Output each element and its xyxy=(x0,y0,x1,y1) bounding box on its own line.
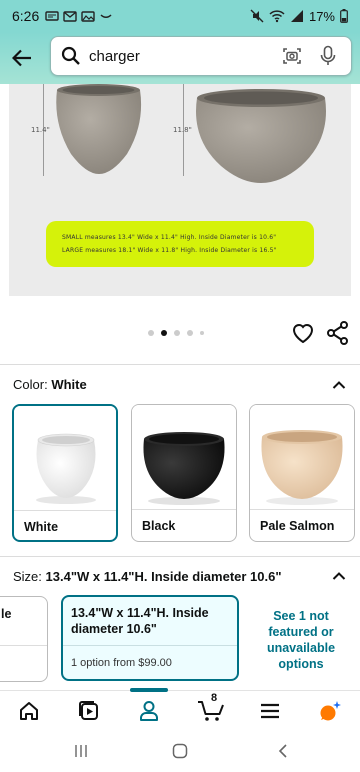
color-collapse-button[interactable] xyxy=(332,377,346,389)
small-measure-text: SMALL measures 13.4" Wide x 11.4" High. … xyxy=(62,234,277,241)
color-option-name: White xyxy=(24,520,59,534)
gmail-icon xyxy=(63,11,77,22)
person-icon xyxy=(140,701,158,721)
system-navigation-bar xyxy=(0,730,360,772)
cart-count-badge: 8 xyxy=(211,692,218,704)
carousel-indicator xyxy=(148,330,204,336)
home-system-button[interactable] xyxy=(171,742,189,760)
color-option-pale-salmon[interactable]: Pale Salmon xyxy=(249,404,355,542)
camera-scan-icon xyxy=(283,48,301,64)
nav-video[interactable] xyxy=(77,699,101,723)
voice-search-button[interactable] xyxy=(315,43,341,69)
wifi-icon xyxy=(269,10,285,23)
white-pot-image xyxy=(36,433,96,504)
size-label: Size: 13.4"W x 11.4"H. Inside diameter 1… xyxy=(13,569,282,584)
microphone-icon xyxy=(320,45,336,65)
bottom-navigation: 8 xyxy=(0,688,360,730)
color-label: Color: White xyxy=(13,377,87,392)
nav-menu[interactable] xyxy=(258,699,282,723)
small-pot-height-label: 11.4" xyxy=(31,126,50,134)
size-option-separator xyxy=(0,645,47,646)
search-input[interactable]: charger xyxy=(89,48,269,65)
image-icon xyxy=(81,11,95,22)
selected-color-value: White xyxy=(51,377,87,392)
recent-apps-icon xyxy=(75,745,87,757)
size-option-small-selected[interactable]: 13.4"W x 11.4"H. Inside diameter 10.6" 1… xyxy=(61,595,239,681)
hamburger-menu-icon xyxy=(261,703,279,719)
share-icon xyxy=(327,321,348,345)
carousel-dot xyxy=(187,330,193,336)
battery-percent: 17% xyxy=(308,8,335,24)
heart-icon xyxy=(292,324,314,344)
carousel-dot xyxy=(200,331,204,335)
color-option-name: Black xyxy=(142,519,176,533)
large-pot-illustration xyxy=(196,89,326,183)
carousel-dot xyxy=(148,330,154,336)
amazon-smile-icon xyxy=(100,14,112,18)
chevron-up-icon xyxy=(332,572,346,580)
home-circle-icon xyxy=(172,743,188,759)
color-label-text: Color: xyxy=(13,377,48,392)
chevron-up-icon xyxy=(332,381,346,389)
status-time: 6:26 xyxy=(12,8,40,24)
ai-assistant-icon xyxy=(320,701,341,721)
pale-salmon-pot-image xyxy=(261,430,343,505)
color-option-name: Pale Salmon xyxy=(260,519,335,533)
battery-icon xyxy=(340,9,348,23)
signal-icon xyxy=(290,10,303,22)
section-divider xyxy=(0,556,360,557)
swatch-image xyxy=(250,405,354,509)
section-divider xyxy=(0,364,360,365)
search-header: charger xyxy=(0,32,360,84)
nav-rufus[interactable] xyxy=(318,699,342,723)
video-play-icon xyxy=(79,701,98,720)
size-label-text: Size: xyxy=(13,569,42,584)
size-option-price: 1 option from $99.00 xyxy=(71,657,172,669)
size-option-title: 13.4"W x 11.4"H. Inside diameter 10.6" xyxy=(71,606,209,636)
see-unavailable-options-link[interactable]: See 1 not featured or unavailable option… xyxy=(258,608,344,672)
small-pot-illustration xyxy=(56,84,142,174)
swatch-separator xyxy=(250,509,354,510)
share-button[interactable] xyxy=(326,320,350,346)
size-collapse-button[interactable] xyxy=(332,568,346,580)
selected-size-value: 13.4"W x 11.4"H. Inside diameter 10.6" xyxy=(45,569,282,584)
system-back-button[interactable] xyxy=(274,742,292,760)
mute-icon xyxy=(250,9,264,23)
search-icon xyxy=(61,46,80,65)
back-chevron-icon xyxy=(278,744,287,758)
product-image-carousel[interactable]: 11.4" 11.8" SMALL measures 13.4" Wide x … xyxy=(0,84,360,312)
color-option-white[interactable]: White xyxy=(12,404,118,542)
size-option-separator xyxy=(63,645,237,646)
size-option-large[interactable]: le xyxy=(0,596,48,682)
carousel-dot-active xyxy=(161,330,167,336)
swatch-image xyxy=(14,406,116,510)
swatch-separator xyxy=(132,509,236,510)
swatch-separator xyxy=(14,510,116,511)
status-notification-icons xyxy=(45,10,113,22)
carousel-dot xyxy=(174,330,180,336)
measurement-info-box: SMALL measures 13.4" Wide x 11.4" High. … xyxy=(46,221,314,267)
back-button[interactable] xyxy=(2,38,42,78)
back-arrow-icon xyxy=(12,49,31,67)
size-option-title: le xyxy=(1,607,12,621)
large-pot-height-label: 11.8" xyxy=(173,126,192,134)
home-icon xyxy=(20,702,38,720)
swatch-image xyxy=(132,405,236,509)
status-right: 17% xyxy=(250,9,348,24)
recent-apps-button[interactable] xyxy=(72,742,90,760)
color-option-black[interactable]: Black xyxy=(131,404,237,542)
product-image: 11.4" 11.8" SMALL measures 13.4" Wide x … xyxy=(9,84,351,296)
wishlist-button[interactable] xyxy=(290,320,316,346)
large-measure-text: LARGE measures 18.1" Wide x 11.8" High. … xyxy=(62,247,277,254)
black-pot-image xyxy=(143,432,225,505)
status-bar: 6:26 17% xyxy=(0,0,360,32)
message-icon xyxy=(45,11,59,21)
active-tab-indicator xyxy=(130,688,168,692)
camera-search-button[interactable] xyxy=(279,43,305,69)
nav-account[interactable] xyxy=(137,699,161,723)
nav-home[interactable] xyxy=(17,699,41,723)
search-bar[interactable]: charger xyxy=(50,36,352,76)
